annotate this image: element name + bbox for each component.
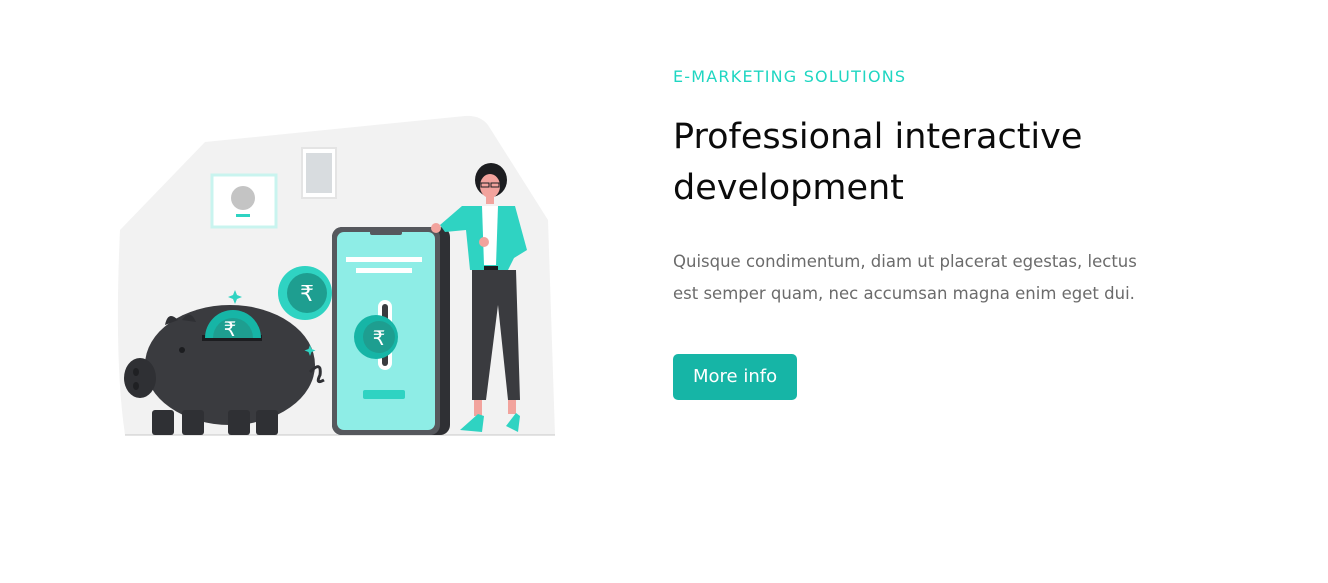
- eyebrow-label: E-MARKETING SOLUTIONS: [673, 67, 907, 86]
- phone-icon: ₹: [332, 227, 450, 435]
- floating-coin-symbol: ₹: [300, 282, 314, 307]
- hero-description: Quisque condimentum, diam ut placerat eg…: [673, 252, 1137, 303]
- page: ₹ ₹ ₹ E-MARKETING SOLUTIONS Professional…: [0, 0, 1328, 583]
- coin-symbol: ₹: [224, 317, 237, 341]
- page-title: Professional interactive development: [673, 117, 1083, 208]
- floating-coin-icon: ₹: [278, 266, 332, 320]
- more-info-button[interactable]: More info: [673, 354, 798, 400]
- wall-frame-icon: [210, 173, 278, 229]
- wall-picture-icon: [301, 147, 337, 199]
- hero-content: E-MARKETING SOLUTIONS Professional inter…: [673, 66, 1173, 400]
- phone-coin-symbol: ₹: [373, 326, 386, 350]
- savings-illustration: ₹ ₹ ₹: [117, 115, 555, 436]
